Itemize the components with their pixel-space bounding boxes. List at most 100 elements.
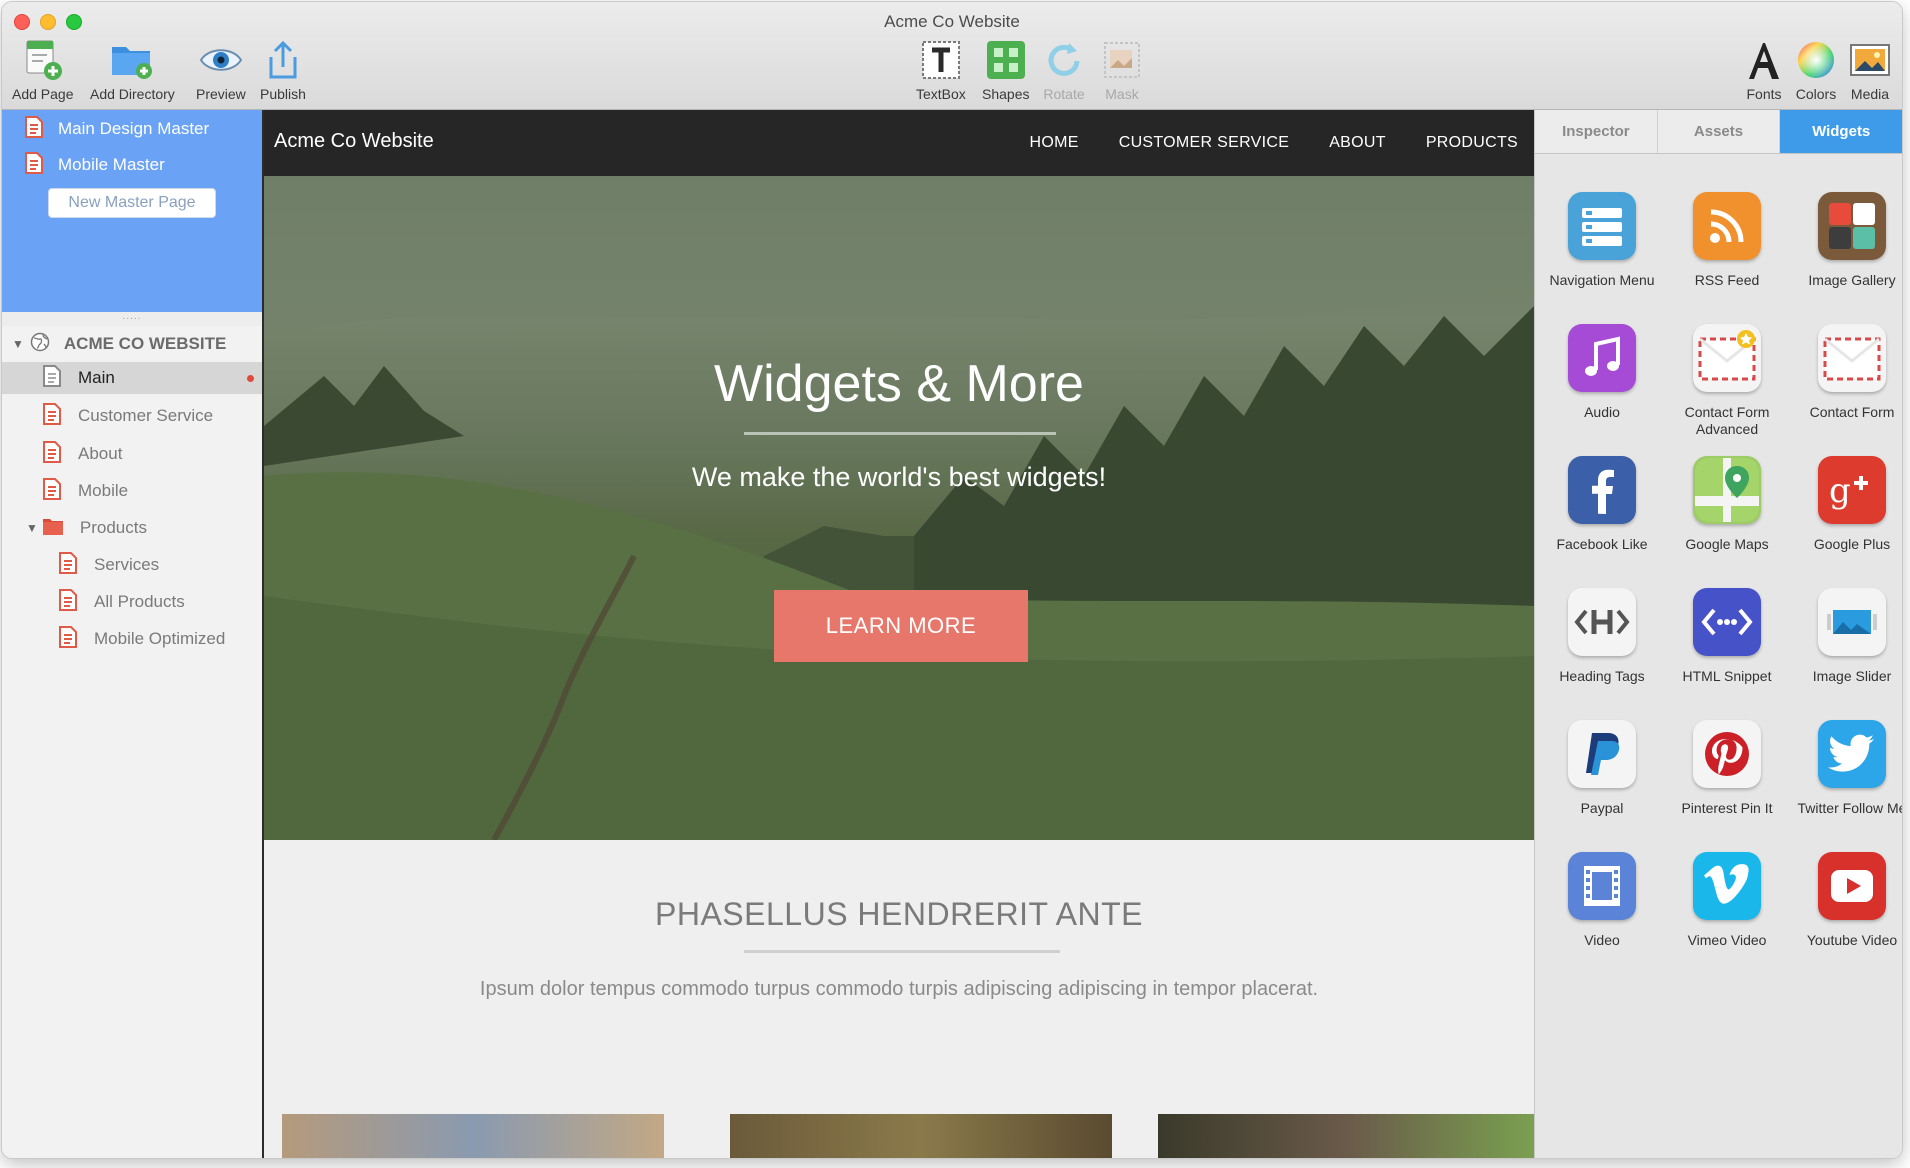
folder-icon [42, 516, 64, 541]
rotate-icon [1042, 38, 1086, 82]
widget-heading-tags[interactable]: Heading Tags [1540, 588, 1664, 685]
learn-more-button[interactable]: LEARN MORE [774, 590, 1028, 662]
master-item-main-design[interactable]: Main Design Master [24, 114, 209, 144]
shapes-icon [984, 38, 1028, 82]
tab-inspector[interactable]: Inspector [1535, 110, 1658, 153]
site-navbar[interactable]: Acme Co Website HOME CUSTOMER SERVICE AB… [264, 110, 1534, 176]
svg-text:g: g [1829, 471, 1851, 511]
twitter-icon [1818, 720, 1886, 788]
widget-image-slider[interactable]: Image Slider [1790, 588, 1902, 685]
widget-rss-feed[interactable]: RSS Feed [1665, 192, 1789, 289]
page-item-customer-service[interactable]: Customer Service [42, 400, 213, 432]
media-icon [1848, 38, 1892, 82]
nav-link-products[interactable]: PRODUCTS [1426, 134, 1518, 152]
panel-tabs: Inspector Assets Widgets [1535, 110, 1902, 154]
master-item-label: Main Design Master [58, 119, 210, 138]
audio-icon [1568, 324, 1636, 392]
add-directory-icon [110, 38, 154, 82]
widget-image-gallery[interactable]: Image Gallery [1790, 192, 1902, 289]
page-item-services[interactable]: Services [58, 549, 159, 581]
widget-youtube[interactable]: Youtube Video [1790, 852, 1902, 949]
shapes-button[interactable]: Shapes [982, 38, 1029, 102]
disclosure-triangle-icon[interactable]: ▼ [26, 521, 38, 535]
navigation-menu-icon [1568, 192, 1636, 260]
widget-facebook-like[interactable]: Facebook Like [1540, 456, 1664, 553]
google-maps-icon [1693, 456, 1761, 524]
section-text[interactable]: Ipsum dolor tempus commodo turpus commod… [264, 978, 1534, 1001]
heading-tags-icon [1568, 588, 1636, 656]
widget-vimeo[interactable]: Vimeo Video [1665, 852, 1789, 949]
widget-contact-form-advanced[interactable]: Contact Form Advanced [1665, 324, 1789, 438]
page-item-mobile[interactable]: Mobile [42, 475, 128, 507]
content-image-1[interactable] [282, 1114, 664, 1158]
widget-html-snippet[interactable]: HTML Snippet [1665, 588, 1789, 685]
site-nav-links: HOME CUSTOMER SERVICE ABOUT PRODUCTS [1030, 134, 1518, 152]
page-item-label: About [78, 444, 123, 463]
hero-section[interactable]: Widgets & More We make the world's best … [264, 176, 1534, 840]
mask-icon [1100, 38, 1144, 82]
folder-item-label: Products [79, 518, 147, 537]
document-icon [24, 115, 44, 143]
paypal-icon [1568, 720, 1636, 788]
resize-handle[interactable]: ..... [2, 312, 262, 326]
colors-button[interactable]: Colors [1794, 38, 1838, 102]
hero-subtitle[interactable]: We make the world's best widgets! [264, 462, 1534, 493]
video-icon [1568, 852, 1636, 920]
fonts-button[interactable]: Fonts [1742, 38, 1786, 102]
page-item-label: Mobile [78, 481, 129, 500]
widget-paypal[interactable]: Paypal [1540, 720, 1664, 817]
section-title[interactable]: PHASELLUS HENDRERIT ANTE [264, 896, 1534, 933]
master-item-mobile[interactable]: Mobile Master [24, 150, 165, 180]
pinterest-icon [1693, 720, 1761, 788]
page-item-all-products[interactable]: All Products [58, 586, 185, 618]
window-title: Acme Co Website [884, 12, 1020, 31]
nav-link-customer-service[interactable]: CUSTOMER SERVICE [1119, 134, 1289, 152]
content-image-3[interactable] [1158, 1114, 1534, 1158]
folder-item-products[interactable]: ▼ Products [26, 512, 147, 544]
page-item-label: Customer Service [78, 406, 214, 425]
hero-title[interactable]: Widgets & More [264, 354, 1534, 414]
widget-google-maps[interactable]: Google Maps [1665, 456, 1789, 553]
textbox-button[interactable]: TextBox [916, 38, 966, 102]
rotate-button[interactable]: Rotate [1042, 38, 1086, 102]
globe-icon [30, 332, 50, 357]
media-button[interactable]: Media [1848, 38, 1892, 102]
new-master-page-button[interactable]: New Master Page [48, 188, 216, 218]
widget-pinterest[interactable]: Pinterest Pin It [1665, 720, 1789, 817]
color-wheel-icon [1794, 38, 1838, 82]
site-brand[interactable]: Acme Co Website [274, 130, 434, 153]
nav-link-home[interactable]: HOME [1030, 134, 1079, 152]
widget-contact-form[interactable]: Contact Form [1790, 324, 1902, 421]
mask-button[interactable]: Mask [1100, 38, 1144, 102]
add-page-button[interactable]: Add Page [12, 38, 74, 102]
widget-video[interactable]: Video [1540, 852, 1664, 949]
widget-audio[interactable]: Audio [1540, 324, 1664, 421]
tab-widgets[interactable]: Widgets [1780, 110, 1902, 153]
page-item-label: Mobile Optimized [94, 629, 226, 648]
page-item-mobile-optimized[interactable]: Mobile Optimized [58, 623, 225, 655]
preview-button[interactable]: Preview [196, 38, 246, 102]
image-gallery-icon [1818, 192, 1886, 260]
add-directory-button[interactable]: Add Directory [90, 38, 175, 102]
google-plus-icon: g [1818, 456, 1886, 524]
widget-google-plus[interactable]: g Google Plus [1790, 456, 1902, 553]
widget-navigation-menu[interactable]: Navigation Menu [1540, 192, 1664, 289]
fonts-icon [1742, 38, 1786, 82]
contact-form-icon [1818, 324, 1886, 392]
toolbar: Acme Co Website Add Page Add Directory P… [2, 2, 1902, 110]
upload-icon [261, 38, 305, 82]
content-image-2[interactable] [730, 1114, 1112, 1158]
master-item-label: Mobile Master [58, 155, 165, 174]
page-item-main[interactable]: Main [2, 362, 262, 394]
disclosure-triangle-icon[interactable]: ▼ [12, 337, 24, 351]
publish-button[interactable]: Publish [260, 38, 306, 102]
page-item-about[interactable]: About [42, 438, 122, 470]
tab-assets[interactable]: Assets [1657, 110, 1781, 153]
nav-link-about[interactable]: ABOUT [1329, 134, 1386, 152]
site-name: ACME CO WEBSITE [63, 334, 227, 353]
page-canvas[interactable]: Acme Co Website HOME CUSTOMER SERVICE AB… [264, 110, 1534, 1158]
add-page-icon [21, 38, 65, 82]
document-icon [42, 364, 62, 392]
widget-twitter[interactable]: Twitter Follow Me [1790, 720, 1902, 817]
site-root[interactable]: ▼ ACME CO WEBSITE [2, 326, 262, 362]
